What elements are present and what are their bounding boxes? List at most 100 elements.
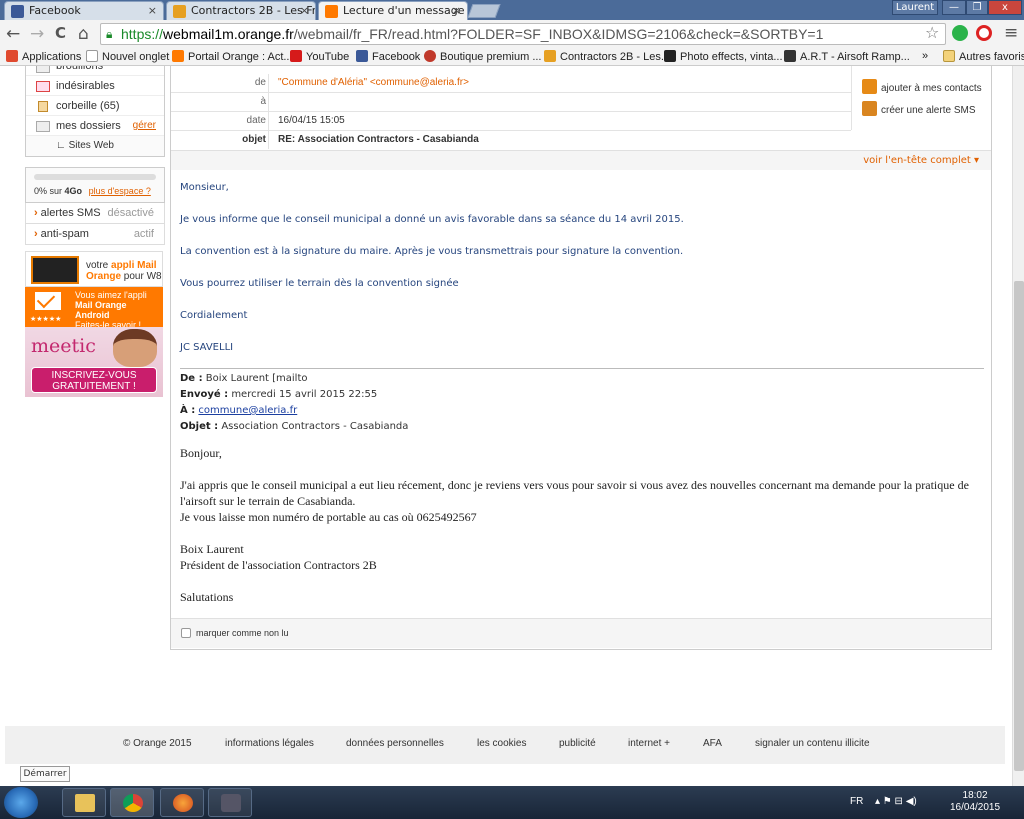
more-space-link[interactable]: plus d'espace ? <box>89 186 151 196</box>
close-window-button[interactable]: x <box>988 0 1022 15</box>
body-paragraph: Monsieur, <box>180 182 229 193</box>
bookmark-label: Portail Orange : Act... <box>188 51 293 63</box>
date-value: 16/04/15 15:05 <box>278 115 345 126</box>
sms-alert-link[interactable]: créer une alerte SMS <box>862 101 976 116</box>
other-bookmarks-folder[interactable]: Autres favoris <box>943 50 1024 63</box>
profile-button[interactable]: Laurent <box>892 0 938 15</box>
new-tab-button[interactable] <box>467 4 501 18</box>
footer-link-report[interactable]: signaler un contenu illicite <box>755 738 870 749</box>
trash-icon <box>38 101 48 112</box>
rating-stars: ★★★★★ <box>30 316 62 323</box>
mark-unread-checkbox[interactable] <box>181 628 191 638</box>
bookmark-orange[interactable]: Portail Orange : Act... <box>172 50 293 63</box>
action-label: créer une alerte SMS <box>881 105 976 116</box>
bookmark-new-tab[interactable]: Nouvel onglet <box>86 50 169 63</box>
footer-link-cookies[interactable]: les cookies <box>477 738 526 749</box>
footer-link-privacy[interactable]: données personnelles <box>346 738 444 749</box>
youtube-icon <box>290 50 302 62</box>
forward-button[interactable]: → <box>30 24 44 44</box>
option-sms-alerts[interactable]: › alertes SMS désactivé <box>25 203 165 224</box>
subfolder-sites-web[interactable]: ∟ Sites Web <box>26 136 164 156</box>
header-actions: ajouter à mes contacts créer une alerte … <box>851 66 991 130</box>
folder-sidebar: brouillons indésirables corbeille (65) m… <box>25 66 165 397</box>
footer-link-afa[interactable]: AFA <box>703 738 722 749</box>
body-paragraph: Vous pourrez utiliser le terrain dès la … <box>180 278 459 289</box>
manage-folders-link[interactable]: gérer <box>133 116 156 136</box>
body-paragraph: Je vous informe que le conseil municipal… <box>180 214 684 225</box>
quoted-to: À : commune@aleria.fr <box>180 405 980 421</box>
scrollbar-thumb[interactable] <box>1014 281 1024 771</box>
tab-contractors[interactable]: Contractors 2B - Les Frère × <box>166 1 316 20</box>
system-tray-icons[interactable]: ▴ ⚑ ⊟ ◀) <box>875 796 917 807</box>
home-button[interactable]: ⌂ <box>78 24 89 44</box>
bookmark-label: Facebook <box>372 51 421 63</box>
folder-icon <box>75 794 95 812</box>
page-scrollbar[interactable] <box>1012 66 1024 786</box>
bookmark-label: Photo effects, vinta... <box>680 51 783 63</box>
quota-label: 0% sur <box>34 186 63 196</box>
bookmarks-overflow-button[interactable]: » <box>922 50 928 62</box>
bookmark-label: Nouvel onglet <box>102 51 170 63</box>
chevron-right-icon: › <box>34 207 38 219</box>
folder-my-folders[interactable]: mes dossiers gérer <box>26 116 164 136</box>
header-date-row: date 16/04/15 15:05 <box>171 112 851 131</box>
ad-meetic[interactable]: meetic INSCRIVEZ-VOUS GRATUITEMENT ! <box>25 327 163 397</box>
bookmark-contractors[interactable]: Contractors 2B - Les... <box>544 50 670 63</box>
footer-link-internet-plus[interactable]: internet + <box>628 738 670 749</box>
ad-mail-android[interactable]: Vous aimez l'appli Mail Orange Android F… <box>25 287 163 330</box>
folder-label: corbeille (65) <box>56 100 120 112</box>
footer-link-advertising[interactable]: publicité <box>559 738 596 749</box>
back-button[interactable]: ← <box>6 24 20 44</box>
boutique-icon <box>424 50 436 62</box>
taskbar-explorer[interactable] <box>62 788 106 817</box>
bookmark-facebook[interactable]: Facebook <box>356 50 420 63</box>
tab-facebook[interactable]: Facebook × <box>4 1 164 20</box>
quoted-email-link[interactable]: commune@aleria.fr <box>198 405 297 416</box>
bookmark-star-icon[interactable]: ☆ <box>925 23 939 42</box>
block-extension-icon[interactable] <box>976 25 992 41</box>
from-value[interactable]: "Commune d'Aléria" <commune@aleria.fr> <box>278 74 469 92</box>
address-bar[interactable]: 🔒︎ https://webmail1m.orange.fr/webmail/f… <box>100 23 946 45</box>
quoted-value: Boix Laurent [mailto <box>205 373 308 384</box>
footer-link-legal[interactable]: informations légales <box>225 738 314 749</box>
meetic-signup-button[interactable]: INSCRIVEZ-VOUS GRATUITEMENT ! <box>31 367 157 393</box>
extension-icon[interactable] <box>952 25 968 41</box>
header-separator <box>268 74 269 92</box>
add-contact-link[interactable]: ajouter à mes contacts <box>862 79 982 94</box>
facebook-icon <box>356 50 368 62</box>
bookmark-applications[interactable]: Applications <box>6 50 81 63</box>
minimize-button[interactable]: — <box>942 0 966 15</box>
bookmark-youtube[interactable]: YouTube <box>290 50 349 63</box>
folder-spam[interactable]: indésirables <box>26 76 164 96</box>
restore-button[interactable]: ❐ <box>966 0 988 15</box>
ad-text: Vous aimez l'appli <box>75 290 147 300</box>
bookmark-label: Contractors 2B - Les... <box>560 51 671 63</box>
taskbar-firefox[interactable] <box>160 788 204 817</box>
mark-unread-label[interactable]: marquer comme non lu <box>196 628 289 638</box>
tab-webmail[interactable]: Lecture d'un message - m × <box>318 1 468 20</box>
taskbar-game[interactable] <box>208 788 252 817</box>
quoted-subject: Objet : Association Contractors - Casabi… <box>180 421 980 437</box>
close-tab-icon[interactable]: × <box>148 4 157 17</box>
bookmark-photo-effects[interactable]: Photo effects, vinta... <box>664 50 783 63</box>
option-antispam[interactable]: › anti-spam actif <box>25 224 165 245</box>
close-tab-icon[interactable]: × <box>452 4 461 17</box>
folder-icon <box>36 121 50 132</box>
folder-drafts[interactable]: brouillons <box>26 66 164 76</box>
quoted-value: Association Contractors - Casabianda <box>221 421 409 432</box>
ad-text: pour W8 <box>123 271 162 282</box>
bookmark-art-airsoft[interactable]: A.R.T - Airsoft Ramp... <box>784 50 910 63</box>
bookmark-label: A.R.T - Airsoft Ramp... <box>800 51 910 63</box>
woman-photo <box>113 329 157 367</box>
folder-trash[interactable]: corbeille (65) <box>26 96 164 116</box>
full-header-link[interactable]: voir l'en-tête complet ▾ <box>171 150 991 170</box>
bookmark-boutique[interactable]: Boutique premium ... <box>424 50 542 63</box>
system-clock[interactable]: 18:02 16/04/2015 <box>950 790 1000 814</box>
ad-mail-app-w8[interactable]: votre appli Mail Orange pour W8 <box>25 251 163 287</box>
menu-icon[interactable]: ≡ <box>1004 23 1018 43</box>
close-tab-icon[interactable]: × <box>300 4 309 17</box>
windows-start-button[interactable] <box>4 787 38 818</box>
reload-button[interactable]: C <box>55 24 66 42</box>
taskbar-chrome[interactable] <box>110 788 154 817</box>
language-indicator[interactable]: FR <box>850 796 863 807</box>
